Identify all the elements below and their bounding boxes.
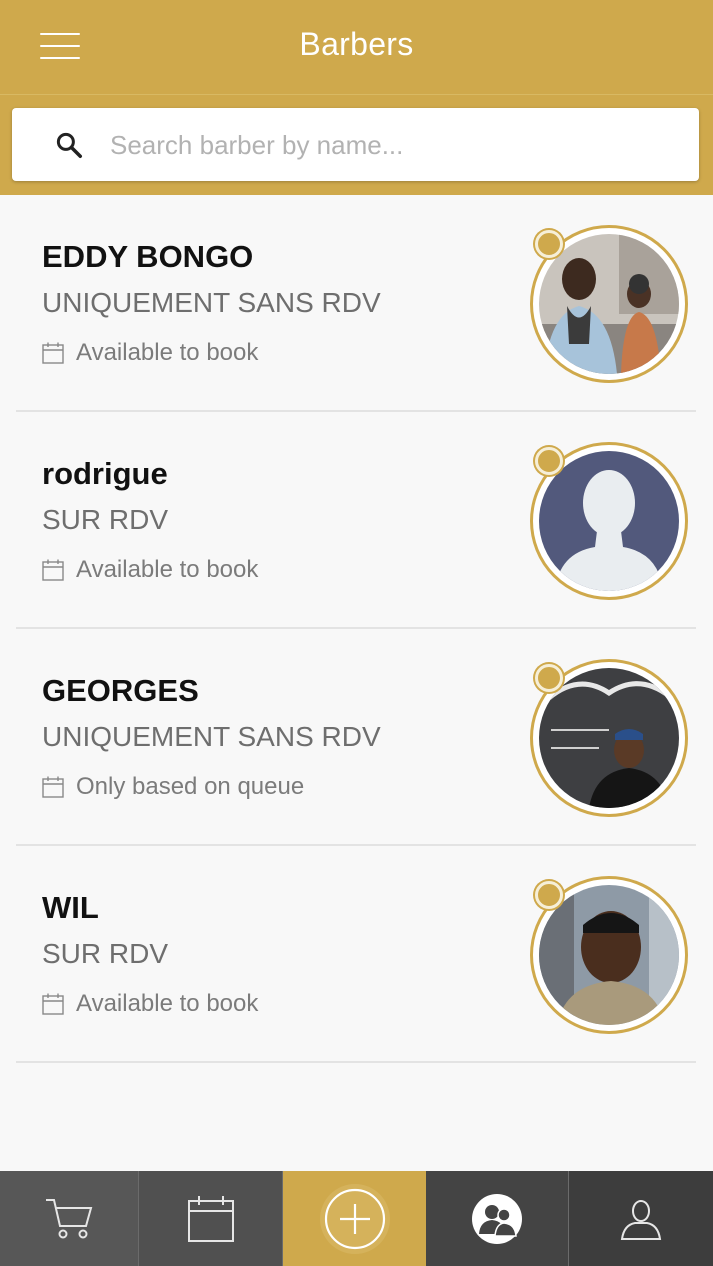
barber-name: WIL — [42, 890, 99, 925]
status-dot — [535, 447, 563, 475]
search-icon — [56, 132, 82, 158]
search-box[interactable] — [12, 108, 699, 181]
barber-list-item[interactable]: GEORGES UNIQUEMENT SANS RDV Only based o… — [0, 629, 713, 846]
barber-status-label: Only based on queue — [76, 773, 305, 800]
calendar-icon — [187, 1195, 234, 1242]
avatar-photo — [539, 885, 679, 1025]
barber-status: Available to book — [42, 990, 258, 1018]
status-dot — [535, 230, 563, 258]
avatar[interactable] — [530, 659, 688, 817]
page-title: Barbers — [299, 26, 414, 62]
user-icon — [620, 1199, 661, 1240]
barber-list-item[interactable]: rodrigue SUR RDV Available to book — [0, 412, 713, 629]
avatar-photo — [539, 234, 679, 374]
tab-cart[interactable] — [0, 1171, 140, 1266]
tab-profile[interactable] — [568, 1171, 713, 1266]
default-avatar-icon — [539, 451, 679, 591]
barber-status: Only based on queue — [42, 773, 304, 801]
barber-booking-type: UNIQUEMENT SANS RDV — [42, 721, 381, 752]
plus-circle-icon — [319, 1183, 390, 1254]
barber-list-item[interactable]: EDDY BONGO UNIQUEMENT SANS RDV Available… — [0, 195, 713, 412]
barber-name: GEORGES — [42, 673, 199, 708]
barber-status-label: Available to book — [76, 556, 259, 583]
calendar-small-icon — [42, 993, 64, 1015]
avatar[interactable] — [530, 876, 688, 1034]
barber-status: Available to book — [42, 339, 258, 367]
barber-list: EDDY BONGO UNIQUEMENT SANS RDV Available… — [0, 195, 713, 1063]
barber-status-label: Available to book — [76, 990, 259, 1017]
search-input[interactable] — [108, 122, 682, 168]
barber-name: rodrigue — [42, 456, 168, 491]
tab-barbers[interactable] — [426, 1171, 569, 1266]
calendar-small-icon — [42, 776, 64, 798]
group-icon — [471, 1193, 522, 1244]
avatar[interactable] — [530, 225, 688, 383]
app-header: Barbers — [0, 0, 713, 195]
avatar-photo — [539, 668, 679, 808]
calendar-small-icon — [42, 559, 64, 581]
barber-status: Available to book — [42, 556, 258, 584]
barber-status-label: Available to book — [76, 339, 259, 366]
barber-list-item[interactable]: WIL SUR RDV Available to book — [0, 846, 713, 1063]
cart-icon — [46, 1198, 93, 1238]
barber-booking-type: UNIQUEMENT SANS RDV — [42, 287, 381, 318]
calendar-small-icon — [42, 342, 64, 364]
barber-booking-type: SUR RDV — [42, 938, 169, 969]
barber-name: EDDY BONGO — [42, 239, 254, 274]
avatar[interactable] — [530, 442, 688, 600]
divider — [16, 1061, 696, 1063]
status-dot — [535, 881, 563, 909]
tab-calendar[interactable] — [139, 1171, 283, 1266]
top-bar: Barbers — [0, 0, 713, 95]
tab-add[interactable] — [282, 1171, 427, 1266]
bottom-tab-bar — [0, 1171, 713, 1266]
status-dot — [535, 664, 563, 692]
barber-booking-type: SUR RDV — [42, 504, 169, 535]
